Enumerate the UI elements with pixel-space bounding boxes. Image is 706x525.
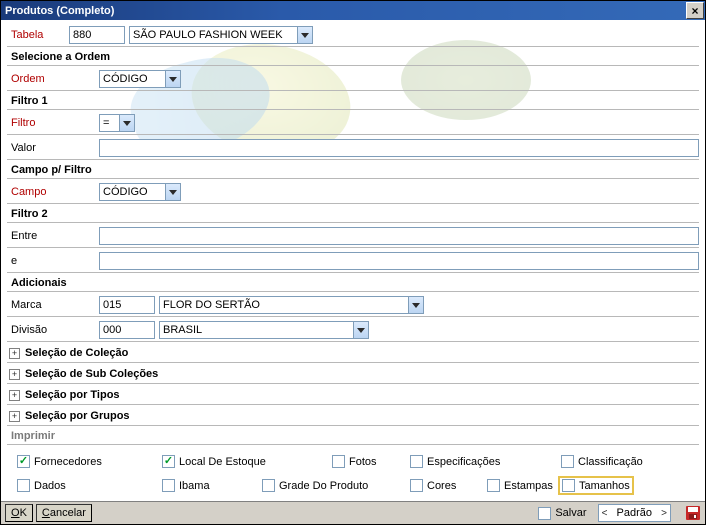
checkbox-local-estoque[interactable]: ✓ Local De Estoque (162, 455, 266, 468)
filtro-operator-value: = (100, 115, 119, 131)
footer-bar: OK Cancelar Salvar < Padrão > (1, 501, 705, 524)
expander-subcolecoes-label: Seleção de Sub Coleções (25, 368, 158, 380)
checkbox-icon[interactable] (538, 507, 551, 520)
plus-icon[interactable]: + (9, 348, 20, 359)
expander-subcolecoes[interactable]: + Seleção de Sub Coleções (7, 365, 699, 383)
ordem-value: CÓDIGO (100, 71, 165, 87)
campo-value: CÓDIGO (100, 184, 165, 200)
chevron-down-icon[interactable] (353, 322, 368, 338)
padrao-selector[interactable]: < Padrão > (598, 504, 671, 522)
save-icon[interactable] (685, 505, 701, 521)
divisao-name-select[interactable]: BRASIL (159, 321, 369, 339)
chevron-down-icon[interactable] (165, 71, 180, 87)
checkbox-tamanhos[interactable]: Tamanhos (558, 476, 634, 495)
checkbox-fornecedores[interactable]: ✓ Fornecedores (17, 455, 102, 468)
tabela-name-value: SÃO PAULO FASHION WEEK (130, 27, 297, 43)
titlebar: Produtos (Completo) × (1, 1, 705, 20)
padrao-value: Padrão (611, 507, 658, 519)
chevron-down-icon[interactable] (119, 115, 134, 131)
window: Produtos (Completo) × Tabela SÃO PAULO F… (0, 0, 706, 525)
imprimir-panel: ✓ Fornecedores ✓ Local De Estoque Fotos … (7, 447, 699, 501)
checkbox-label: Fornecedores (34, 456, 102, 468)
section-imprimir: Imprimir (7, 428, 699, 444)
marca-code-input[interactable] (99, 296, 155, 314)
section-selecione-ordem: Selecione a Ordem (7, 49, 699, 65)
campo-select[interactable]: CÓDIGO (99, 183, 181, 201)
filtro-operator-select[interactable]: = (99, 114, 135, 132)
close-icon[interactable]: × (686, 2, 704, 19)
cancelar-button[interactable]: Cancelar (36, 504, 92, 522)
checkbox-label: Fotos (349, 456, 377, 468)
chevron-down-icon[interactable] (165, 184, 180, 200)
plus-icon[interactable]: + (9, 390, 20, 401)
ordem-select[interactable]: CÓDIGO (99, 70, 181, 88)
expander-grupos-label: Seleção por Grupos (25, 410, 130, 422)
ok-button[interactable]: OK (5, 504, 33, 522)
marca-name-select[interactable]: FLOR DO SERTÃO (159, 296, 424, 314)
chevron-left-icon[interactable]: < (599, 508, 611, 519)
expander-colecao-label: Seleção de Coleção (25, 347, 128, 359)
plus-icon[interactable]: + (9, 369, 20, 380)
checkbox-cores[interactable]: Cores (410, 479, 456, 492)
window-title: Produtos (Completo) (5, 5, 114, 17)
checkbox-especificacoes[interactable]: Especificações (410, 455, 500, 468)
section-filtro1: Filtro 1 (7, 93, 699, 109)
divisao-code-input[interactable] (99, 321, 155, 339)
marca-name-value: FLOR DO SERTÃO (160, 297, 408, 313)
section-filtro2: Filtro 2 (7, 206, 699, 222)
salvar-toggle[interactable]: Salvar (530, 507, 594, 520)
checkbox-label: Classificação (578, 456, 643, 468)
checkbox-estampas[interactable]: Estampas (487, 479, 553, 492)
checkbox-label: Cores (427, 480, 456, 492)
entre-label: Entre (7, 230, 65, 242)
checkbox-label: Tamanhos (579, 480, 630, 492)
section-campo-filtro: Campo p/ Filtro (7, 162, 699, 178)
checkbox-ibama[interactable]: Ibama (162, 479, 210, 492)
chevron-down-icon[interactable] (297, 27, 312, 43)
plus-icon[interactable]: + (9, 411, 20, 422)
entre-input[interactable] (99, 227, 699, 245)
checkbox-label: Estampas (504, 480, 553, 492)
expander-tipos-label: Seleção por Tipos (25, 389, 120, 401)
checkbox-dados[interactable]: Dados (17, 479, 66, 492)
checkbox-label: Dados (34, 480, 66, 492)
ordem-label: Ordem (7, 73, 65, 85)
expander-tipos[interactable]: + Seleção por Tipos (7, 386, 699, 404)
chevron-down-icon[interactable] (408, 297, 423, 313)
e-input[interactable] (99, 252, 699, 270)
tabela-label: Tabela (7, 29, 65, 41)
checkbox-label: Grade Do Produto (279, 480, 368, 492)
chevron-right-icon[interactable]: > (658, 508, 670, 519)
marca-label: Marca (7, 299, 65, 311)
campo-label: Campo (7, 186, 65, 198)
checkbox-classificacao[interactable]: Classificação (561, 455, 643, 468)
checkbox-fotos[interactable]: Fotos (332, 455, 377, 468)
filtro-label: Filtro (7, 117, 65, 129)
expander-grupos[interactable]: + Seleção por Grupos (7, 407, 699, 425)
valor-label: Valor (7, 142, 65, 154)
body: Tabela SÃO PAULO FASHION WEEK Selecione … (1, 20, 705, 501)
tabela-code-input[interactable] (69, 26, 125, 44)
checkbox-label: Especificações (427, 456, 500, 468)
valor-input[interactable] (99, 139, 699, 157)
divisao-label: Divisão (7, 324, 65, 336)
e-label: e (7, 255, 65, 267)
tabela-name-select[interactable]: SÃO PAULO FASHION WEEK (129, 26, 313, 44)
section-adicionais: Adicionais (7, 275, 699, 291)
checkbox-label: Local De Estoque (179, 456, 266, 468)
expander-colecao[interactable]: + Seleção de Coleção (7, 344, 699, 362)
checkbox-grade-produto[interactable]: Grade Do Produto (262, 479, 368, 492)
checkbox-label: Ibama (179, 480, 210, 492)
divisao-name-value: BRASIL (160, 322, 353, 338)
